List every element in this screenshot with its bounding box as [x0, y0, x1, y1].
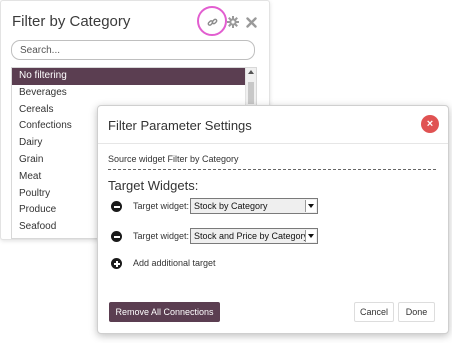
- close-icon[interactable]: [246, 15, 257, 33]
- dialog-header-divider: [98, 143, 448, 144]
- done-button[interactable]: Done: [398, 302, 435, 322]
- remove-target-icon[interactable]: [111, 231, 122, 242]
- chevron-down-icon[interactable]: [305, 200, 316, 212]
- target-widgets-heading: Target Widgets:: [108, 178, 199, 193]
- dialog-title: Filter Parameter Settings: [108, 118, 252, 133]
- filter-parameter-settings-dialog: Filter Parameter Settings × Source widge…: [97, 105, 449, 334]
- target-widget-select-value: Stock by Category: [194, 201, 268, 211]
- chevron-down-icon[interactable]: [305, 230, 316, 242]
- scroll-thumb[interactable]: [248, 82, 254, 104]
- target-widget-label: Target widget:: [133, 201, 190, 211]
- search-input[interactable]: [11, 40, 255, 60]
- widget-title: Filter by Category: [12, 13, 131, 30]
- target-widget-select[interactable]: Stock and Price by Category: [190, 228, 318, 244]
- scroll-up-arrow-icon[interactable]: [248, 70, 254, 74]
- source-widget-text: Source widget Filter by Category: [108, 154, 239, 164]
- dotted-divider: [108, 169, 436, 170]
- list-item-beverages[interactable]: Beverages: [12, 85, 256, 102]
- target-widget-select-value: Stock and Price by Category: [194, 231, 309, 241]
- cancel-button[interactable]: Cancel: [354, 302, 394, 322]
- remove-target-icon[interactable]: [111, 201, 122, 212]
- link-icon[interactable]: [207, 15, 218, 33]
- dialog-close-icon[interactable]: ×: [421, 115, 439, 133]
- add-target-icon[interactable]: [111, 258, 122, 269]
- target-widget-select[interactable]: Stock by Category: [190, 198, 318, 214]
- add-target-label[interactable]: Add additional target: [133, 258, 216, 268]
- list-item-no-filtering[interactable]: No filtering: [12, 68, 256, 85]
- target-widget-label: Target widget:: [133, 231, 190, 241]
- remove-all-connections-button[interactable]: Remove All Connections: [109, 302, 220, 322]
- gear-icon[interactable]: [227, 15, 239, 33]
